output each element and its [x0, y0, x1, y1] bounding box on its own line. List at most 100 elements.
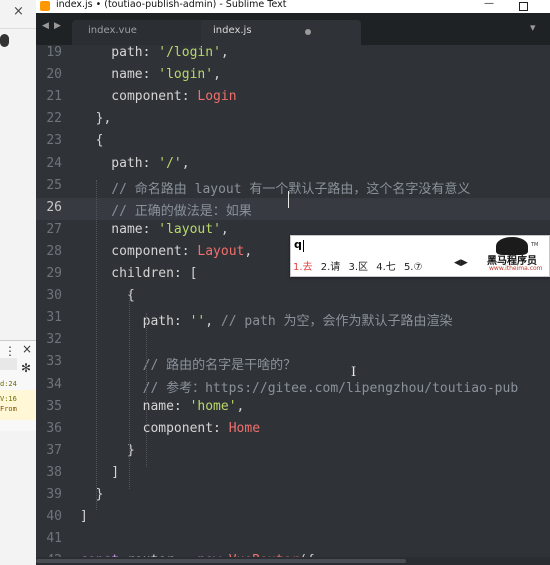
code-token: component:: [80, 420, 229, 436]
tab-label: index.vue: [88, 25, 137, 36]
code-token: Login: [197, 89, 237, 105]
code-token: component:: [80, 243, 198, 259]
code-editor[interactable]: 19 20 21 22 23 24 25 26 27 28 29 30 31 32 33 34 35 36 37 38…: [36, 45, 550, 565]
code-token: ,: [220, 45, 229, 60]
code-line[interactable]: },: [80, 111, 112, 127]
tab-label: index.js: [213, 25, 252, 36]
line-number: 19: [46, 45, 62, 60]
code-line[interactable]: name: 'home',: [80, 398, 245, 414]
line-number: 39: [46, 487, 62, 502]
code-line[interactable]: name: 'login',: [80, 67, 221, 82]
code-token: // path 为空，会作为默认子路由渲染: [220, 314, 453, 330]
code-token: },: [80, 111, 112, 127]
code-token: ]: [80, 464, 120, 480]
code-line[interactable]: path: '/login',: [80, 45, 229, 60]
line-number: 29: [46, 266, 62, 281]
code-line[interactable]: // 路由的名字是干啥的？: [80, 354, 296, 373]
code-line[interactable]: name: 'layout',: [80, 221, 229, 237]
line-number: 33: [46, 354, 62, 370]
code-line[interactable]: {: [80, 133, 104, 148]
github-icon[interactable]: [0, 34, 9, 47]
ime-candidate[interactable]: 1.去: [293, 262, 313, 273]
line-number: 31: [46, 310, 62, 326]
line-number: 26: [46, 199, 62, 215]
code-token: // 命名路由 layout 有一个默认子路由，这个名字没有意义: [80, 181, 471, 197]
text-cursor: [288, 191, 289, 208]
line-number: 30: [46, 288, 62, 304]
code-token: '': [189, 314, 206, 330]
tab-nav-forward-icon[interactable]: ▶: [54, 21, 61, 31]
code-token: ,: [205, 314, 221, 330]
ime-candidate[interactable]: 4.七: [376, 262, 396, 273]
code-line[interactable]: path: '/',: [80, 155, 190, 171]
panel-close-icon[interactable]: ×: [22, 342, 32, 356]
code-line[interactable]: component: Layout,: [80, 244, 252, 259]
trademark-label: TM: [531, 242, 539, 248]
line-number: 37: [46, 442, 62, 458]
panel-toolbar: [0, 358, 17, 370]
maximize-button[interactable]: [519, 2, 528, 11]
code-token: 'home': [189, 398, 237, 414]
code-line[interactable]: children: [: [80, 266, 197, 281]
unsaved-dot-icon[interactable]: [305, 29, 311, 35]
line-number: 35: [46, 398, 62, 414]
code-line[interactable]: component: Home: [80, 421, 260, 436]
line-number: 36: [46, 420, 62, 436]
code-line[interactable]: ]: [80, 465, 119, 480]
line-number: 27: [46, 221, 62, 237]
code-token: name:: [80, 221, 159, 237]
indent-guide: [96, 180, 97, 510]
code-token: path:: [80, 45, 159, 60]
code-line[interactable]: // 命名路由 layout 有一个默认子路由，这个名字没有意义: [80, 178, 470, 197]
code-line[interactable]: path: '', // path 为空，会作为默认子路由渲染: [80, 310, 453, 329]
line-number: 38: [46, 464, 62, 480]
ime-input: q: [294, 238, 302, 251]
close-icon[interactable]: ×: [13, 4, 24, 19]
divider: [0, 28, 36, 29]
mouse-ibeam-cursor: I: [351, 365, 357, 380]
code-token: Home: [228, 420, 261, 436]
gear-icon[interactable]: ✻: [21, 361, 31, 375]
scrollbar-thumb[interactable]: [36, 559, 406, 563]
indent-guide: [146, 313, 147, 467]
code-token: }: [80, 487, 104, 502]
ime-candidate[interactable]: 2.请: [321, 262, 341, 273]
code-token: children: [: [80, 266, 198, 281]
code-line[interactable]: component: Login: [80, 89, 237, 105]
line-number: 28: [46, 243, 62, 259]
code-token: ]: [80, 509, 88, 525]
code-token: // 路由的名字是干啥的？: [80, 358, 297, 374]
line-number: 23: [46, 133, 62, 149]
code-token: 'login': [158, 67, 214, 83]
ime-candidate[interactable]: 5.⑦: [404, 262, 423, 273]
code-token: ,: [244, 243, 253, 259]
tab-index-js[interactable]: index.js: [201, 20, 361, 45]
code-line[interactable]: ]: [80, 509, 88, 524]
tab-overflow-icon[interactable]: ▾: [530, 21, 536, 34]
code-token: ,: [181, 155, 190, 171]
window-title: index.js • (toutiao-publish-admin) - Sub…: [56, 0, 287, 10]
source-label: From: [0, 405, 17, 413]
tab-nav-back-icon[interactable]: ◀: [42, 21, 49, 31]
horizontal-scrollbar[interactable]: [36, 557, 550, 565]
code-token: ,: [220, 221, 229, 237]
source-label[interactable]: V:16: [0, 395, 17, 403]
code-token: '/': [158, 155, 182, 171]
code-token: Layout: [197, 243, 245, 259]
ime-candidate[interactable]: 3.区: [348, 262, 368, 273]
code-line[interactable]: {: [80, 288, 135, 303]
code-line[interactable]: }: [80, 443, 135, 458]
indent-guide: [129, 291, 130, 489]
code-token: ,: [213, 67, 221, 83]
tab-bar: ◀ ▶ index.vue × index.js ▾: [36, 13, 550, 45]
line-number: 34: [46, 376, 62, 392]
code-line[interactable]: }: [80, 487, 104, 502]
line-number: 25: [46, 177, 62, 193]
minimize-button[interactable]: —: [484, 0, 494, 9]
code-line[interactable]: // 正确的做法是：如果: [80, 200, 252, 219]
ime-page-arrows-icon[interactable]: ◀▶: [454, 258, 468, 268]
source-label[interactable]: d:24: [0, 380, 17, 388]
code-token: path:: [80, 155, 159, 171]
more-menu-icon[interactable]: ⋮: [4, 344, 16, 358]
code-token: {: [80, 288, 135, 304]
